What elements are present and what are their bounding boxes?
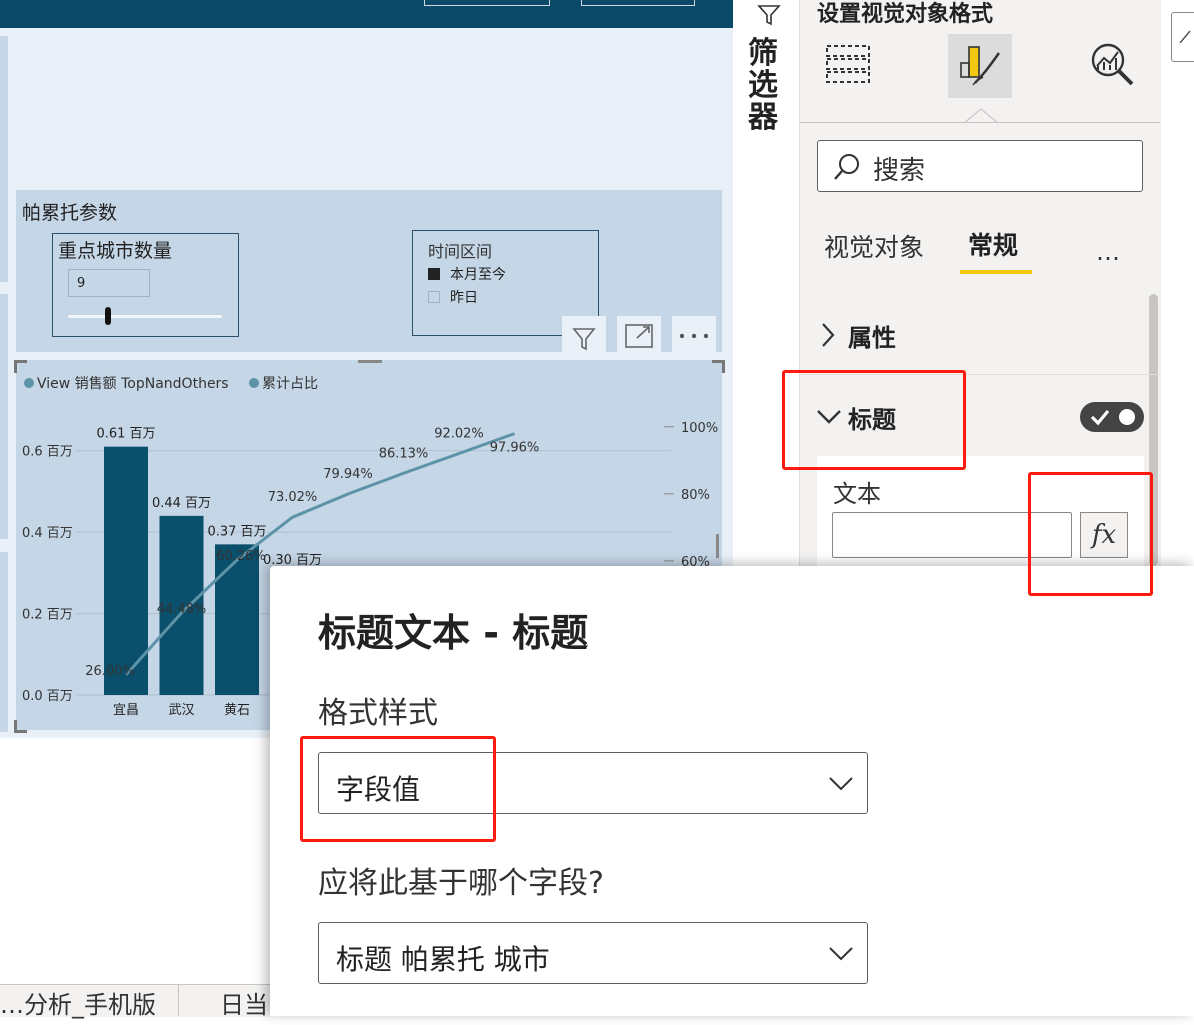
- annotation-highlight-title-section: [782, 370, 966, 470]
- format-style-label: 格式样式: [318, 696, 438, 731]
- expand-pane-button[interactable]: [1171, 12, 1194, 62]
- legend-label: 累计占比: [262, 376, 318, 392]
- pane-divider: [800, 122, 1160, 123]
- resize-handle[interactable]: [712, 360, 725, 373]
- dialog-title: 标题文本 - 标题: [318, 611, 589, 655]
- search-placeholder: 搜索: [873, 156, 926, 186]
- line-data-label: 97.96%: [490, 441, 540, 456]
- search-icon: [832, 152, 862, 186]
- y-left-tick-label: 0.2 百万: [22, 608, 73, 623]
- page-tab[interactable]: …分析_手机版: [0, 985, 180, 1025]
- checkbox-checked-icon[interactable]: [428, 268, 440, 280]
- line-data-label: 92.02%: [434, 427, 484, 442]
- format-search-input[interactable]: [817, 140, 1143, 192]
- y-left-tick-label: 0.4 百万: [22, 526, 73, 541]
- city-count-slider-thumb[interactable]: [105, 307, 111, 325]
- bar-data-label: 0.44 百万: [152, 496, 211, 511]
- left-visual-edge: [0, 36, 8, 282]
- y-left-tick-label: 0.6 百万: [22, 445, 73, 460]
- tab-format-visual[interactable]: [948, 34, 1012, 98]
- toggle-check-icon: [1090, 409, 1135, 426]
- city-count-slider-track[interactable]: [68, 315, 222, 318]
- filter-funnel-icon[interactable]: [757, 2, 781, 30]
- city-count-input[interactable]: 9: [68, 269, 150, 297]
- resize-handle[interactable]: [14, 720, 27, 733]
- annotation-highlight-format-style: [300, 736, 496, 842]
- page-tab-divider: [178, 985, 179, 1016]
- line-data-label: 60.26%: [216, 549, 266, 564]
- time-option-mtd[interactable]: 本月至今: [428, 264, 506, 284]
- bar: [215, 544, 259, 695]
- analytics-magnifier-icon: [1086, 38, 1138, 94]
- left-visual-edge: [0, 294, 8, 539]
- x-category-label: 武汉: [168, 703, 194, 718]
- selected-tab-pointer: [963, 108, 999, 128]
- page-tab[interactable]: 日当: [220, 985, 270, 1025]
- time-option-yesterday[interactable]: 昨日: [428, 287, 478, 307]
- more-options-icon[interactable]: [672, 316, 716, 356]
- legend-label: View 销售额 TopNandOthers: [37, 376, 229, 392]
- title-toggle[interactable]: [1080, 402, 1144, 432]
- bar-data-label: 0.61 百万: [96, 427, 155, 442]
- line-data-label: 73.02%: [268, 490, 318, 505]
- filter-pane-label[interactable]: 筛选器: [748, 38, 784, 134]
- subtab-more-button[interactable]: …: [1096, 238, 1123, 266]
- pane-title: 设置视觉对象格式: [817, 2, 994, 27]
- x-category-label: 黄石: [224, 703, 250, 718]
- fields-grid-icon: [823, 40, 873, 92]
- time-option-label: 昨日: [450, 290, 478, 306]
- tab-build-visual[interactable]: [816, 34, 880, 98]
- field-value: 标题 帕累托 城市: [336, 943, 550, 976]
- subtab-general[interactable]: 常规: [968, 226, 1018, 262]
- field-question-label: 应将此基于哪个字段?: [318, 866, 604, 901]
- left-visual-edge: [0, 552, 8, 732]
- visual-filter-icon[interactable]: [562, 316, 606, 356]
- focus-mode-icon[interactable]: [617, 316, 661, 356]
- resize-handle[interactable]: [358, 360, 382, 363]
- arrow-icon: [1179, 30, 1191, 44]
- time-slicer-title: 时间区间: [428, 242, 493, 261]
- subtab-visual[interactable]: 视觉对象: [824, 228, 924, 264]
- header-button-right[interactable]: [581, 0, 695, 6]
- city-slicer-title: 重点城市数量: [58, 240, 173, 262]
- resize-handle[interactable]: [14, 360, 27, 373]
- line-data-label: 79.94%: [323, 467, 373, 482]
- param-panel-title: 帕累托参数: [22, 202, 118, 224]
- chevron-down-icon[interactable]: [828, 946, 854, 966]
- line-data-label: 26.00%: [85, 664, 135, 679]
- chevron-down-icon[interactable]: [828, 776, 854, 796]
- checkbox-empty-icon[interactable]: [428, 291, 440, 303]
- header-button-left[interactable]: [424, 0, 550, 6]
- resize-handle[interactable]: [716, 534, 719, 558]
- text-field-label: 文本: [833, 480, 881, 508]
- line-data-label: 86.13%: [379, 446, 429, 461]
- y-left-tick-label: 0.0 百万: [22, 689, 73, 704]
- legend-marker: [249, 378, 259, 388]
- y-right-tick-label: 100%: [681, 421, 718, 436]
- chevron-right-icon[interactable]: [820, 322, 836, 352]
- bar-data-label: 0.37 百万: [207, 524, 266, 539]
- line-data-label: 44.48%: [157, 602, 207, 617]
- subtab-active-indicator: [960, 270, 1032, 274]
- legend-marker: [24, 378, 34, 388]
- annotation-highlight-fx-button: [1028, 472, 1153, 596]
- y-right-tick-label: 80%: [681, 488, 710, 503]
- paintbrush-chart-icon: [955, 39, 1005, 93]
- tab-analytics[interactable]: [1080, 34, 1144, 98]
- section-properties[interactable]: 属性: [848, 318, 896, 353]
- x-category-label: 宜昌: [113, 703, 139, 718]
- time-option-label: 本月至今: [450, 267, 506, 283]
